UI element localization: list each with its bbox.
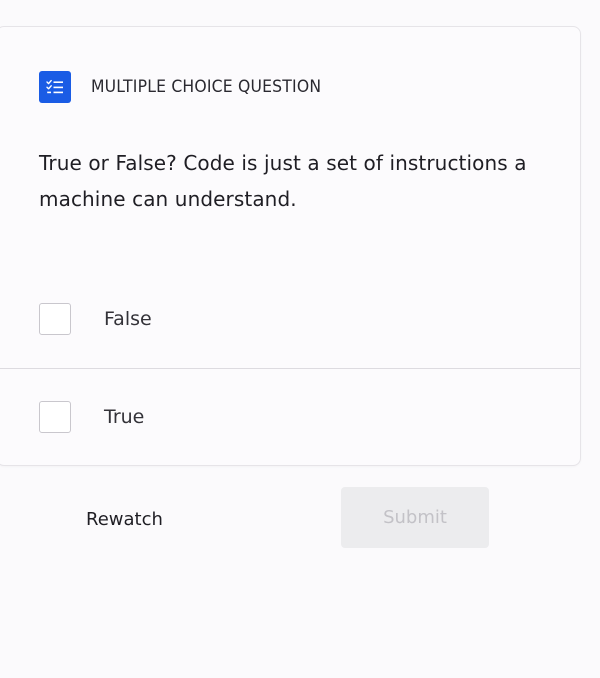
question-header: MULTIPLE CHOICE QUESTION bbox=[39, 71, 341, 103]
rewatch-button[interactable]: Rewatch bbox=[70, 494, 179, 544]
question-text: True or False? Code is just a set of ins… bbox=[39, 151, 527, 211]
option-true[interactable]: True bbox=[0, 368, 580, 465]
option-label: False bbox=[104, 308, 152, 330]
option-false[interactable]: False bbox=[0, 271, 580, 367]
option-label: True bbox=[104, 406, 145, 428]
option-true-checkbox[interactable] bbox=[39, 401, 71, 433]
question-type-label: MULTIPLE CHOICE QUESTION bbox=[91, 77, 322, 97]
question-card: MULTIPLE CHOICE QUESTION True or False? … bbox=[0, 26, 581, 466]
checklist-icon bbox=[39, 71, 71, 103]
quiz-page: MULTIPLE CHOICE QUESTION True or False? … bbox=[0, 0, 600, 678]
option-false-checkbox[interactable] bbox=[39, 303, 71, 335]
submit-button[interactable]: Submit bbox=[341, 487, 489, 548]
